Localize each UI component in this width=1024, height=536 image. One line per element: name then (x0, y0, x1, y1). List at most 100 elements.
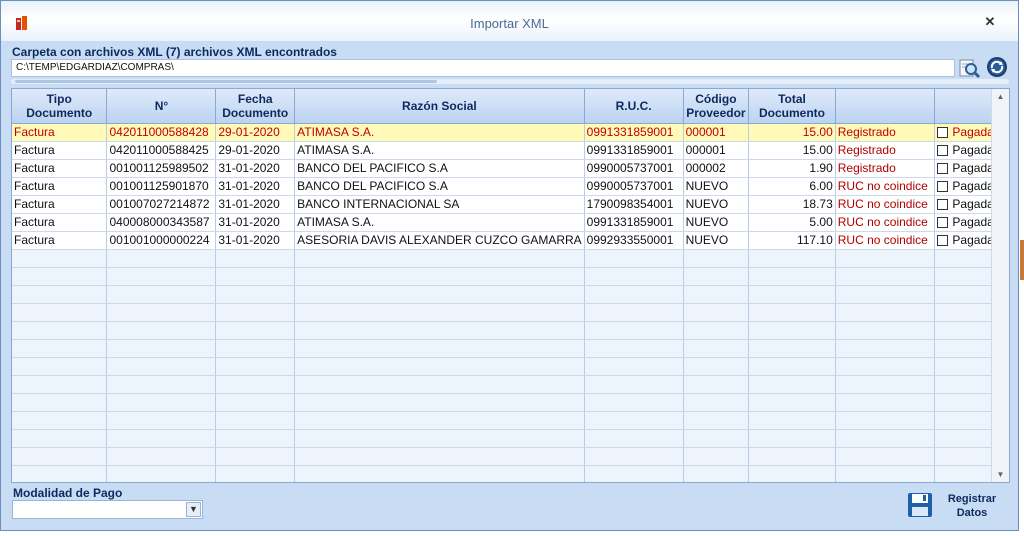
table-row[interactable]: Factura 042011000588425 29-01-2020 ATIMASA … (12, 141, 1009, 160)
table-cell: 117.10 (748, 231, 836, 250)
empty-cell (106, 411, 217, 430)
empty-cell (106, 303, 217, 322)
empty-cell (835, 285, 936, 304)
table-cell: Factura (12, 123, 108, 142)
table-cell: RUC no coindice (835, 231, 936, 250)
pagada-checkbox[interactable] (937, 145, 949, 156)
table-cell: 18.73 (748, 195, 836, 214)
empty-cell (106, 429, 217, 448)
register-data-button[interactable]: Registrar Datos (939, 492, 1005, 520)
folder-label: Carpeta con archivos XML (7) archivos XM… (12, 45, 337, 59)
table-row[interactable]: Factura 001001125989502 31-01-2020 BANCO DE… (12, 159, 1009, 178)
table-row[interactable]: Factura 042011000588428 29-01-2020 ATIMASA … (12, 123, 1009, 142)
table-cell: 0991331859001 (584, 141, 684, 160)
column-header[interactable]: Fecha Documento (215, 89, 296, 124)
column-header[interactable]: Total Documento (748, 89, 836, 124)
scroll-up-icon[interactable]: ▲ (992, 89, 1009, 104)
empty-cell (294, 357, 585, 376)
modalidad-pago-label: Modalidad de Pago (13, 486, 123, 500)
table-row[interactable]: Factura 001001000000224 31-01-2020 ASESORIA… (12, 231, 1009, 250)
table-cell: BANCO INTERNACIONAL SA (294, 195, 585, 214)
empty-cell (215, 393, 296, 412)
empty-cell (12, 267, 108, 286)
modalidad-pago-value (13, 505, 16, 517)
table-cell: 001007027214872 (106, 195, 217, 214)
table-row[interactable]: Factura 040008000343587 31-01-2020 ATIMASA … (12, 213, 1009, 232)
empty-cell (584, 429, 684, 448)
table-cell: Factura (12, 213, 108, 232)
table-cell: NUEVO (683, 177, 750, 196)
pagada-label: Pagada (952, 161, 994, 175)
search-folder-icon[interactable] (959, 57, 981, 79)
pagada-checkbox[interactable] (937, 127, 949, 138)
empty-cell (215, 465, 296, 482)
column-header[interactable]: Tipo Documento (12, 89, 108, 124)
table-cell: 0990005737001 (584, 177, 684, 196)
table-row[interactable]: Factura 001007027214872 31-01-2020 BANCO IN… (12, 195, 1009, 214)
table-cell: 31-01-2020 (215, 231, 296, 250)
empty-cell (294, 429, 585, 448)
empty-row (12, 393, 1009, 412)
table-cell: 15.00 (748, 123, 836, 142)
empty-row (12, 285, 1009, 304)
refresh-icon[interactable] (986, 56, 1008, 78)
path-scrollbar-thumb[interactable] (15, 80, 437, 83)
table-row[interactable]: Factura 001001125901870 31-01-2020 BANCO DE… (12, 177, 1009, 196)
folder-path-field[interactable]: C:\TEMP\EDGARDIAZ\COMPRAS\ (11, 59, 955, 77)
close-icon[interactable]: ✕ (982, 14, 998, 30)
table-cell: 0991331859001 (584, 213, 684, 232)
table-cell: 31-01-2020 (215, 177, 296, 196)
table-cell: ATIMASA S.A. (294, 123, 585, 142)
empty-cell (294, 267, 585, 286)
column-header[interactable]: Razón Social (294, 89, 585, 124)
scroll-down-icon[interactable]: ▼ (992, 467, 1009, 482)
empty-cell (584, 321, 684, 340)
empty-cell (835, 303, 936, 322)
table-cell: 31-01-2020 (215, 159, 296, 178)
empty-cell (106, 267, 217, 286)
empty-cell (106, 285, 217, 304)
pagada-checkbox[interactable] (937, 163, 949, 174)
empty-row (12, 447, 1009, 466)
window-edge-accent (1020, 240, 1024, 280)
grid-vertical-scrollbar[interactable]: ▲ ▼ (991, 89, 1009, 482)
column-header[interactable] (835, 89, 936, 124)
pagada-checkbox[interactable] (937, 199, 949, 210)
empty-cell (835, 267, 936, 286)
table-cell: NUEVO (683, 231, 750, 250)
empty-cell (294, 321, 585, 340)
column-header[interactable]: R.U.C. (584, 89, 684, 124)
table-cell: RUC no coindice (835, 177, 936, 196)
modalidad-pago-select[interactable]: ▼ (12, 500, 203, 519)
table-cell: 5.00 (748, 213, 836, 232)
empty-cell (584, 267, 684, 286)
column-header[interactable]: N° (106, 89, 217, 124)
table-cell: ATIMASA S.A. (294, 141, 585, 160)
empty-cell (215, 267, 296, 286)
table-cell: Factura (12, 231, 108, 250)
empty-cell (12, 447, 108, 466)
chevron-down-icon[interactable]: ▼ (186, 502, 201, 517)
table-cell: 040008000343587 (106, 213, 217, 232)
register-label-line1: Registrar (947, 493, 997, 505)
empty-cell (12, 411, 108, 430)
empty-cell (748, 267, 836, 286)
empty-cell (835, 411, 936, 430)
save-disk-icon[interactable] (907, 492, 933, 518)
pagada-label: Pagada (952, 233, 994, 247)
pagada-checkbox[interactable] (937, 217, 949, 228)
column-header[interactable]: Código Proveedor (683, 89, 750, 124)
import-xml-window: Importar XML ✕ Carpeta con archivos XML … (0, 0, 1019, 531)
table-cell: 15.00 (748, 141, 836, 160)
pagada-checkbox[interactable] (937, 181, 949, 192)
table-cell: 042011000588425 (106, 141, 217, 160)
empty-cell (12, 339, 108, 358)
empty-cell (294, 339, 585, 358)
empty-cell (106, 357, 217, 376)
table-cell: 1790098354001 (584, 195, 684, 214)
empty-cell (215, 411, 296, 430)
empty-cell (294, 465, 585, 482)
empty-cell (835, 429, 936, 448)
pagada-checkbox[interactable] (937, 235, 949, 246)
empty-cell (748, 357, 836, 376)
